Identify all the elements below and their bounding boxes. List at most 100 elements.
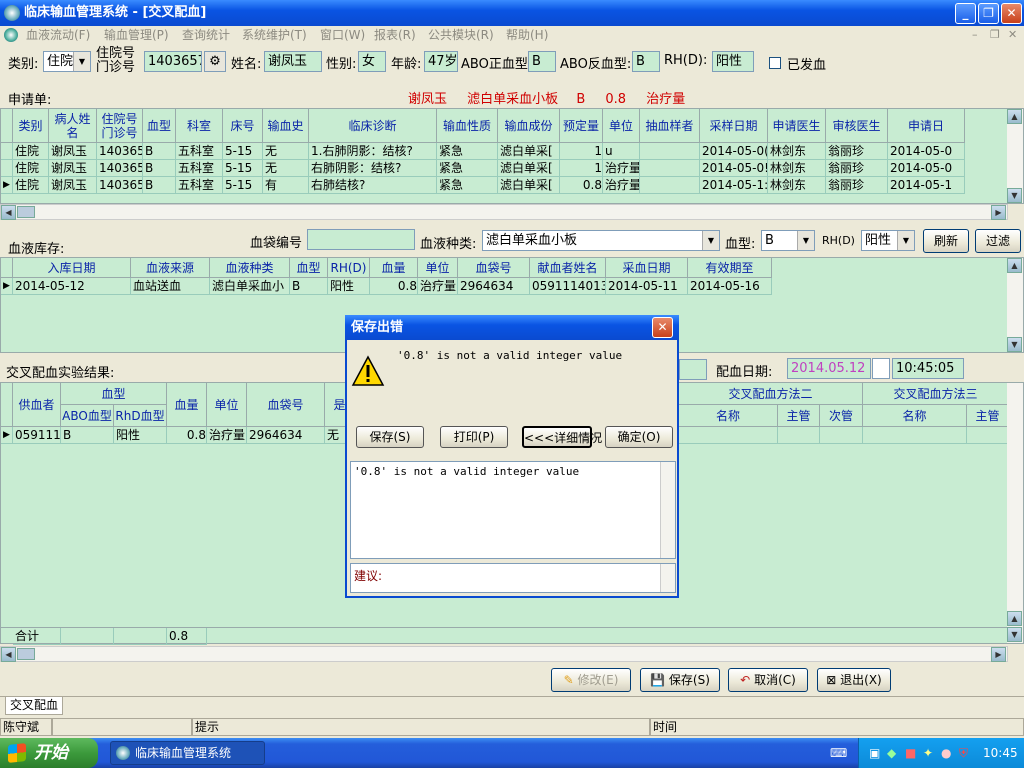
crossmatch-method-cell[interactable]	[778, 427, 820, 444]
inventory-col-6[interactable]: 单位	[418, 258, 458, 278]
table-row-cell[interactable]: 2014-05-0	[888, 160, 965, 177]
table-row-cell[interactable]: 阳性	[328, 278, 370, 295]
crossmatch-vscroll[interactable]: ▲ ▼	[1007, 383, 1023, 643]
request-col-12[interactable]: 抽血样者	[640, 109, 700, 143]
mdi-restore-icon[interactable]: ❐	[990, 26, 1000, 44]
menu-item-maintenance[interactable]: 系统维护(T)	[242, 26, 307, 44]
cancel-button[interactable]: ↶ 取消(C)	[728, 668, 808, 692]
dialog-save-button[interactable]: 保存(S)	[356, 426, 424, 448]
table-row-cell[interactable]: 0.8	[370, 278, 418, 295]
table-row-cell[interactable]: 治疗量	[603, 177, 640, 194]
table-row-cell[interactable]: B	[143, 160, 176, 177]
table-row-cell[interactable]: 五科室	[176, 160, 223, 177]
request-col-5[interactable]: 床号	[223, 109, 263, 143]
crossmatch-time-field[interactable]: 10:45:05	[892, 358, 964, 379]
request-col-8[interactable]: 输血性质	[437, 109, 498, 143]
table-row-cell[interactable]: 有	[263, 177, 309, 194]
menu-item-blood-flow[interactable]: 血液流动(F)	[26, 26, 90, 44]
table-row-cell[interactable]: 0591114013	[530, 278, 606, 295]
table-row-cell[interactable]: 右肺结核?	[309, 177, 437, 194]
table-row-cell[interactable]: 无	[263, 143, 309, 160]
scroll-down-icon[interactable]: ▼	[1007, 337, 1022, 352]
inventory-col-2[interactable]: 血液种类	[210, 258, 290, 278]
scroll-right-icon[interactable]: ▶	[991, 205, 1006, 220]
table-row-cell[interactable]: 2014-05-16	[688, 278, 772, 295]
date-spin-button[interactable]	[872, 358, 890, 379]
request-col-9[interactable]: 输血成份	[498, 109, 560, 143]
table-row-cell[interactable]: 140365	[97, 160, 143, 177]
table-row-cell[interactable]: 1	[560, 143, 603, 160]
table-row-cell[interactable]: 1.右肺阴影：结核?	[309, 143, 437, 160]
taskbar-app-button[interactable]: 临床输血管理系统	[110, 741, 265, 765]
request-col-15[interactable]: 审核医生	[826, 109, 888, 143]
crossmatch-cell[interactable]: 阳性	[114, 427, 167, 444]
table-row-cell[interactable]: B	[290, 278, 328, 295]
table-row-cell[interactable]: 翁丽珍	[826, 160, 888, 177]
table-row-cell[interactable]: 1	[560, 160, 603, 177]
memo-vscroll[interactable]	[660, 462, 675, 558]
table-row-cell[interactable]: 翁丽珍	[826, 143, 888, 160]
table-row-cell[interactable]: 血站送血	[131, 278, 210, 295]
tray-tool-icon[interactable]: ✦	[923, 746, 933, 760]
table-row-cell[interactable]: 滤白单采[	[498, 143, 560, 160]
patient-sex-field[interactable]: 女	[358, 51, 386, 72]
table-row-cell[interactable]: 滤白单采血小	[210, 278, 290, 295]
category-select[interactable]: 住院 ▼	[43, 51, 91, 72]
inventory-col-7[interactable]: 血袋号	[458, 258, 530, 278]
table-row-cell[interactable]: 住院	[13, 160, 49, 177]
table-row-cell[interactable]: 5-15	[223, 160, 263, 177]
tray-user-icon[interactable]: ●	[941, 746, 951, 760]
bag-no-field[interactable]	[307, 229, 415, 250]
dialog-detail-button[interactable]: <<<详细情况	[522, 426, 602, 448]
abo-forward-field[interactable]: B	[528, 51, 556, 72]
crossmatch-method-cell[interactable]	[967, 427, 1009, 444]
row-indicator[interactable]: ▶	[1, 278, 13, 295]
table-row-cell[interactable]: 2014-05-1	[888, 177, 965, 194]
mdi-minimize-icon[interactable]: –	[972, 26, 978, 44]
scroll-right-icon[interactable]: ▶	[991, 647, 1006, 662]
abo-filter-select[interactable]: B ▼	[761, 230, 815, 251]
scroll-left-icon[interactable]: ◀	[1, 647, 16, 662]
menu-item-report[interactable]: 报表(R)	[374, 26, 416, 44]
request-col-2[interactable]: 住院号 门诊号	[97, 109, 143, 143]
request-col-11[interactable]: 单位	[603, 109, 640, 143]
refresh-button[interactable]: 刷新	[923, 229, 969, 253]
patient-age-field[interactable]: 47岁	[424, 51, 458, 72]
inventory-col-1[interactable]: 血液来源	[131, 258, 210, 278]
menu-item-window[interactable]: 窗口(W)	[320, 26, 365, 44]
request-col-13[interactable]: 采样日期	[700, 109, 768, 143]
request-col-4[interactable]: 科室	[176, 109, 223, 143]
table-row-cell[interactable]: 2014-05-0!	[700, 160, 768, 177]
mdi-close-icon[interactable]: ✕	[1008, 26, 1017, 44]
table-row-cell[interactable]: 紧急	[437, 177, 498, 194]
request-col-0[interactable]: 类别	[13, 109, 49, 143]
table-row-cell[interactable]: 2014-05-12	[13, 278, 131, 295]
dialog-ok-button[interactable]: 确定(O)	[605, 426, 673, 448]
crossmatch-method-cell[interactable]	[679, 427, 778, 444]
request-col-10[interactable]: 预定量	[560, 109, 603, 143]
scroll-up-icon[interactable]: ▲	[1007, 611, 1022, 626]
table-row-cell[interactable]: 治疗量	[603, 160, 640, 177]
crossmatch-method-cell[interactable]	[820, 427, 863, 444]
table-row-cell[interactable]: 谢凤玉	[49, 143, 97, 160]
table-row-cell[interactable]: 住院	[13, 143, 49, 160]
scroll-down-icon[interactable]: ▼	[1007, 188, 1022, 203]
table-row-cell[interactable]: 林剑东	[768, 143, 826, 160]
table-row-cell[interactable]: 2014-05-0	[888, 143, 965, 160]
table-row-cell[interactable]: 翁丽珍	[826, 177, 888, 194]
dialog-print-button[interactable]: 打印(P)	[440, 426, 508, 448]
crossmatch-cell[interactable]: 059111<	[13, 427, 61, 444]
scroll-up-icon[interactable]: ▲	[1007, 109, 1022, 124]
tab-crossmatch[interactable]: 交叉配血	[5, 697, 63, 715]
table-row-cell[interactable]: 五科室	[176, 177, 223, 194]
inventory-col-10[interactable]: 有效期至	[688, 258, 772, 278]
crossmatch-cell[interactable]: B	[61, 427, 114, 444]
suggest-vscroll[interactable]	[660, 564, 675, 592]
keyboard-icon[interactable]: ⌨	[830, 746, 847, 760]
menu-item-query[interactable]: 查询统计	[182, 26, 230, 44]
abo-reverse-field[interactable]: B	[632, 51, 660, 72]
table-row-cell[interactable]: 紧急	[437, 160, 498, 177]
request-col-14[interactable]: 申请医生	[768, 109, 826, 143]
scroll-thumb[interactable]	[17, 206, 35, 218]
crossmatch-cell[interactable]: 治疗量	[207, 427, 247, 444]
